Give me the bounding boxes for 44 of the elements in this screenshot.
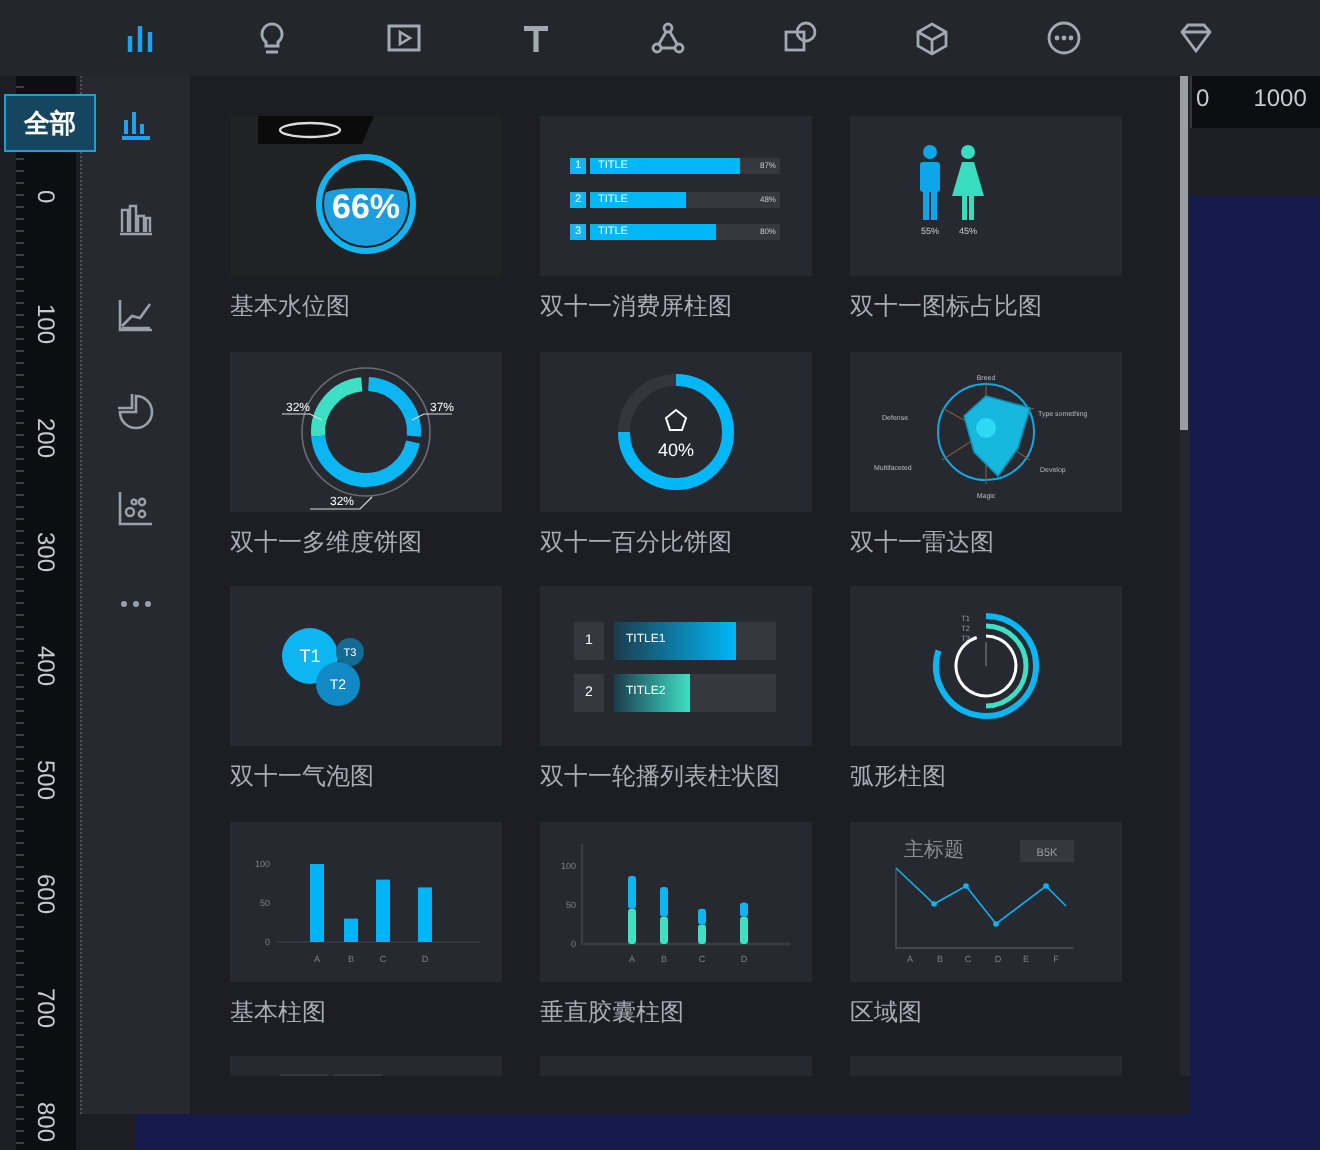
pentagon-icon [664,407,688,430]
chart-name: 双十一气泡图 [230,760,376,794]
chart-name: 双十一图标占比图 [850,290,1044,324]
gauge-value: 66% [331,188,401,226]
leader-line [309,495,373,509]
ruler-label: 200 [32,418,60,459]
chart-name: 基本水位图 [230,290,352,324]
chart-name: 基本柱图 [230,995,328,1029]
chart-thumbnail[interactable]: 40% [540,351,812,511]
water-gauge-drawing [316,154,416,254]
chart-name: 垂直胶囊柱图 [540,995,686,1029]
leader-line [281,412,323,420]
ruler-label: 1000 [1253,84,1307,112]
bar [344,917,358,941]
chart-name: 双十一多维度饼图 [230,525,424,559]
chart-name: 双十一百分比饼图 [540,525,734,559]
ruler-label: 300 [32,532,60,573]
radar-chart-drawing [937,380,1035,484]
tooltip: 全部 [4,94,96,152]
chart-name: 区域图 [850,995,924,1029]
leader-line [411,412,453,420]
ruler-label: 500 [32,760,60,801]
ruler-label: 0 [1196,84,1210,112]
chart-name: 双十一雷达图 [850,525,996,559]
logo-badge-icon [258,116,374,144]
scatter-chart-icon[interactable] [114,486,158,530]
ring-chart-drawing [618,373,734,489]
scrollbar-thumb[interactable] [1180,76,1188,430]
ruler-label: 100 [32,304,60,345]
bar [376,878,390,941]
chart-title: 主标题 [904,839,964,861]
pie-chart-icon[interactable] [114,390,158,434]
ruler-label: 400 [32,646,60,687]
ruler-label: 800 [32,1102,60,1143]
chart-name: 双十一消费屏柱图 [540,290,734,324]
bubble-label: T1 [299,646,321,667]
chart-name: 弧形柱图 [850,760,948,794]
ruler-label: 700 [32,988,60,1029]
ruler-label: 0 [32,190,60,204]
bar [310,863,324,941]
ruler-label: 600 [32,874,60,915]
bar [418,886,432,941]
percent-value: 40% [658,439,694,459]
chart-name: 双十一轮播列表柱状图 [540,760,782,794]
